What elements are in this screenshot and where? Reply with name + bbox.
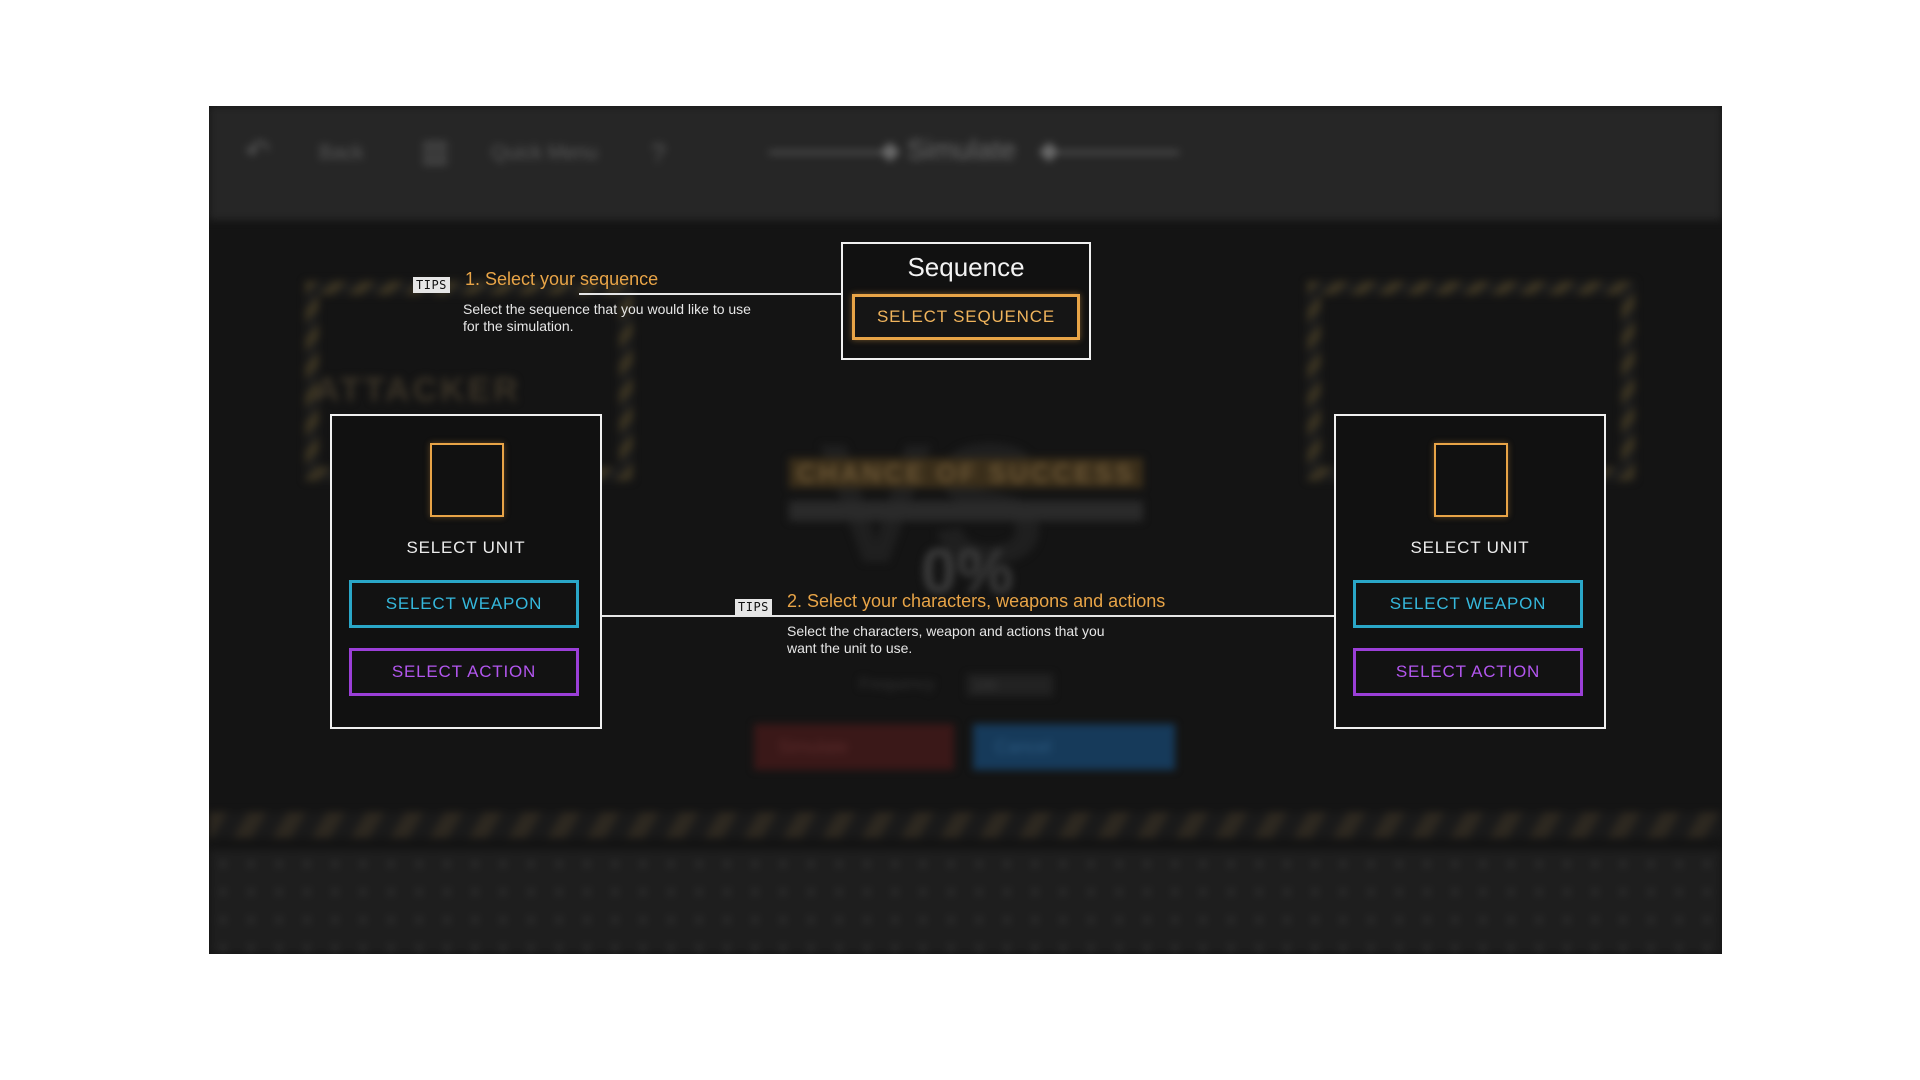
sequence-panel: Sequence SELECT SEQUENCE [841, 242, 1091, 360]
simulate-start-button[interactable]: Simulate [754, 724, 954, 770]
floor-pattern [209, 850, 1722, 954]
help-button[interactable]: ? [651, 138, 665, 169]
diamond-icon [1039, 142, 1059, 162]
defender-select-unit-label: SELECT UNIT [1410, 538, 1530, 557]
frequency-label: Frequency [859, 676, 935, 693]
back-button[interactable]: Back [319, 142, 363, 165]
bar-chart-icon: ▥ [421, 135, 450, 168]
tip1-connector-line [579, 293, 841, 295]
chance-bar [789, 501, 1143, 521]
simulate-line-left [769, 151, 889, 154]
tip2-description: Select the characters, weapon and action… [787, 623, 1105, 656]
frequency-input[interactable]: 100 [967, 674, 1053, 696]
simulate-title: Simulate [907, 134, 1016, 165]
quick-menu-button[interactable]: Quick Menu [491, 142, 598, 165]
tip1-description: Select the sequence that you would like … [463, 301, 751, 334]
top-bar: ↶ Back ▥ Quick Menu ? Simulate [209, 106, 1722, 220]
caution-stripe [209, 812, 1722, 838]
defender-unit-panel: SELECT UNIT SELECT WEAPON SELECT ACTION [1334, 414, 1606, 729]
tips-badge: TIPS [735, 599, 772, 615]
tip2-connector-line [602, 615, 1334, 617]
game-screen: ↶ Back ▥ Quick Menu ? Simulate ATTACKER … [209, 106, 1722, 954]
cancel-button[interactable]: Cancel [973, 724, 1175, 770]
defender-select-weapon-button[interactable]: SELECT WEAPON [1353, 580, 1583, 628]
attacker-select-unit-label: SELECT UNIT [406, 538, 526, 557]
chance-of-success-label: CHANCE OF SUCCESS [789, 458, 1143, 488]
back-arrow-icon: ↶ [245, 135, 271, 168]
tip2-title: 2. Select your characters, weapons and a… [787, 591, 1166, 611]
simulate-line-right [1059, 151, 1179, 154]
sequence-title: Sequence [907, 252, 1025, 282]
attacker-select-action-button[interactable]: SELECT ACTION [349, 648, 579, 696]
defender-unit-slot[interactable] [1434, 443, 1508, 517]
diamond-icon [880, 142, 900, 162]
attacker-unit-slot[interactable] [430, 443, 504, 517]
attacker-unit-panel: SELECT UNIT SELECT WEAPON SELECT ACTION [330, 414, 602, 729]
select-sequence-button[interactable]: SELECT SEQUENCE [852, 294, 1080, 340]
attacker-label: ATTACKER [315, 371, 521, 409]
tips-badge: TIPS [413, 277, 450, 293]
defender-select-action-button[interactable]: SELECT ACTION [1353, 648, 1583, 696]
attacker-select-weapon-button[interactable]: SELECT WEAPON [349, 580, 579, 628]
tip1-title: 1. Select your sequence [465, 269, 659, 289]
